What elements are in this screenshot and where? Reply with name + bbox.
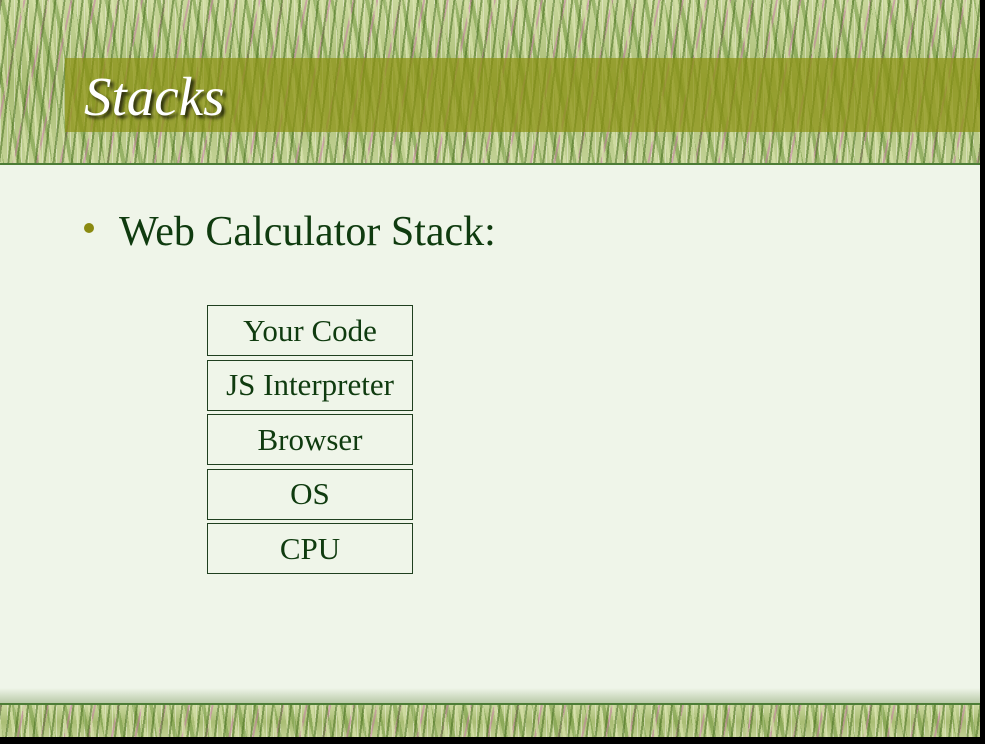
grass-footer-decoration (0, 703, 980, 737)
stack-layer-os: OS (207, 468, 413, 520)
stack-layer-your-code: Your Code (207, 305, 413, 356)
bullet-item: Web Calculator Stack: (84, 205, 496, 259)
slide: Stacks Web Calculator Stack: Your Code J… (0, 0, 980, 737)
stack-layer-browser: Browser (207, 414, 413, 465)
slide-title: Stacks (84, 66, 225, 127)
stack-layer-js-interpreter: JS Interpreter (207, 359, 413, 411)
stack-diagram: Your Code JS Interpreter Browser OS CPU (207, 305, 413, 578)
bullet-text: Web Calculator Stack: (119, 209, 496, 255)
bullet-icon (84, 223, 94, 233)
footer-shadow (0, 688, 980, 703)
stack-layer-cpu: CPU (207, 523, 413, 574)
